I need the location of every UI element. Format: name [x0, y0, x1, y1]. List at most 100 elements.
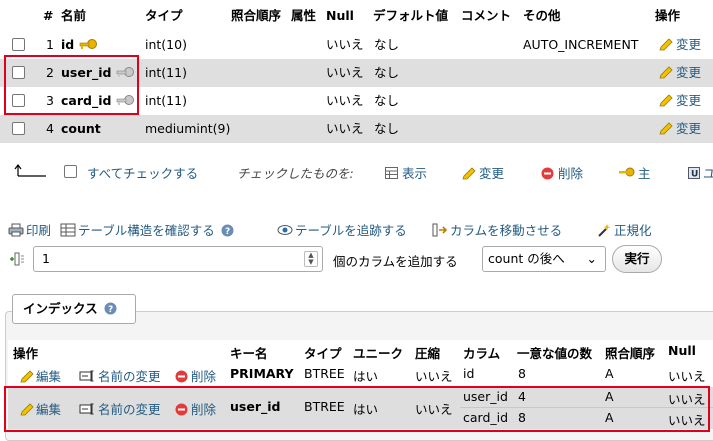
eye-icon	[277, 225, 293, 235]
index-cardinality: 8	[518, 410, 526, 425]
index-collation: A	[605, 366, 614, 381]
idx-header-keyname: キー名	[230, 346, 268, 361]
index-type: BTREE	[304, 366, 345, 381]
change-selected-button[interactable]: 変更	[462, 163, 504, 182]
column-position-value: count の後へ	[488, 251, 565, 266]
idx-header-collation: 照合順序	[605, 346, 656, 361]
key-icon	[619, 167, 635, 177]
table-icon	[385, 167, 398, 179]
printer-icon	[8, 223, 24, 237]
row-checkbox[interactable]	[12, 38, 25, 51]
help-icon[interactable]: ?	[221, 224, 234, 237]
column-null: いいえ	[326, 37, 364, 52]
row-checkbox[interactable]	[12, 66, 25, 79]
svg-text:?: ?	[225, 227, 230, 237]
print-link[interactable]: 印刷	[8, 220, 51, 239]
idx-header-type: タイプ	[304, 346, 342, 361]
index-cardinality: 4	[518, 389, 526, 404]
browse-selected-button[interactable]: 表示	[385, 163, 427, 182]
check-arrow-icon	[14, 164, 46, 177]
svg-text:?: ?	[108, 305, 113, 315]
header-null: Null	[326, 8, 354, 23]
idx-header-column: カラム	[463, 346, 501, 361]
check-all-checkbox[interactable]	[64, 165, 77, 178]
move-columns-link[interactable]: カラムを移動させる	[432, 220, 562, 239]
index-row: 編集 名前の変更 削除 PRIMARY BTREE はい いいえ id 8 A …	[8, 362, 713, 387]
row-checkbox[interactable]	[12, 122, 25, 135]
idx-header-unique: ユニーク	[353, 346, 404, 361]
header-type: タイプ	[145, 8, 183, 23]
column-name: user_id	[61, 59, 135, 87]
header-default: デフォルト値	[373, 8, 449, 23]
add-column-icon	[10, 252, 24, 266]
column-default: なし	[374, 37, 400, 52]
column-number: 3	[46, 93, 54, 108]
pencil-icon	[20, 403, 34, 416]
pencil-icon	[659, 66, 673, 79]
drop-selected-button[interactable]: 削除	[541, 163, 583, 182]
with-selected-label: チェックしたものを:	[237, 166, 354, 181]
add-columns-label: 個のカラムを追加する	[333, 254, 458, 269]
idx-header-action: 操作	[13, 346, 39, 361]
structure-table: # 名前 タイプ 照合順序 属性 Null デフォルト値 コメント その他 操作…	[0, 0, 713, 143]
edit-index-link[interactable]: 編集	[20, 366, 61, 385]
column-number: 2	[46, 65, 54, 80]
rename-index-link[interactable]: 名前の変更	[79, 366, 161, 385]
indexes-legend: インデックス?	[12, 294, 136, 324]
column-null: いいえ	[326, 121, 364, 136]
change-link[interactable]: 変更	[659, 31, 701, 59]
drop-index-link[interactable]: 削除	[175, 366, 216, 385]
change-link[interactable]: 変更	[659, 115, 701, 143]
index-unique: はい	[353, 369, 379, 384]
go-button[interactable]: 実行	[612, 245, 662, 273]
header-attributes: 属性	[291, 8, 317, 23]
primary-selected-button[interactable]: 主	[618, 163, 651, 182]
pencil-icon	[659, 94, 673, 107]
delete-icon	[175, 370, 188, 383]
column-name: count	[61, 121, 101, 136]
unique-selected-button[interactable]: Uユ	[688, 163, 713, 182]
column-type: int(11)	[145, 65, 187, 80]
check-all-label[interactable]: すべてチェックする	[87, 163, 198, 182]
unique-icon: U	[688, 167, 700, 180]
row-checkbox[interactable]	[12, 94, 25, 107]
column-row: 4 count mediumint(9) いいえ なし 変更	[0, 115, 713, 143]
column-default: なし	[374, 93, 400, 108]
header-collation: 照合順序	[231, 8, 282, 23]
help-icon[interactable]: ?	[104, 302, 117, 315]
pencil-icon	[20, 370, 34, 383]
track-table-link[interactable]: テーブルを追跡する	[277, 220, 407, 239]
column-type: int(10)	[145, 37, 187, 52]
rename-index-link[interactable]: 名前の変更	[79, 399, 161, 418]
column-default: なし	[374, 121, 400, 136]
column-count-input[interactable]: 1 ▲ ▼	[33, 246, 323, 272]
pencil-icon	[462, 167, 476, 180]
header-name[interactable]: 名前	[61, 0, 86, 31]
index-keyname: user_id	[230, 399, 281, 414]
index-type: BTREE	[304, 399, 345, 414]
index-key-icon	[117, 67, 135, 77]
index-unique: はい	[353, 402, 379, 417]
column-default: なし	[374, 65, 400, 80]
svg-text:U: U	[691, 170, 698, 180]
column-extra: AUTO_INCREMENT	[523, 37, 639, 52]
pencil-icon	[659, 122, 673, 135]
chevron-down-icon: ⌄	[586, 251, 597, 266]
change-link[interactable]: 変更	[659, 59, 701, 87]
index-cardinality: 8	[518, 366, 526, 381]
idx-header-cardinality: 一意な値の数	[517, 346, 593, 361]
index-null: いいえ	[668, 369, 706, 384]
normalize-link[interactable]: 正規化	[597, 220, 652, 239]
propose-structure-link[interactable]: テーブル構造を確認する?	[60, 220, 234, 239]
index-row: 編集 名前の変更 削除 user_id BTREE はい いいえ user_id…	[8, 387, 713, 429]
edit-index-link[interactable]: 編集	[20, 399, 61, 418]
idx-header-packed: 圧縮	[415, 346, 441, 361]
column-number: 1	[46, 37, 54, 52]
column-position-select[interactable]: count の後へ ⌄	[482, 246, 606, 272]
column-null: いいえ	[326, 65, 364, 80]
primary-key-icon	[79, 39, 98, 49]
column-type: int(11)	[145, 93, 187, 108]
number-spinner[interactable]: ▲ ▼	[304, 251, 318, 267]
drop-index-link[interactable]: 削除	[175, 399, 216, 418]
change-link[interactable]: 変更	[659, 87, 701, 115]
